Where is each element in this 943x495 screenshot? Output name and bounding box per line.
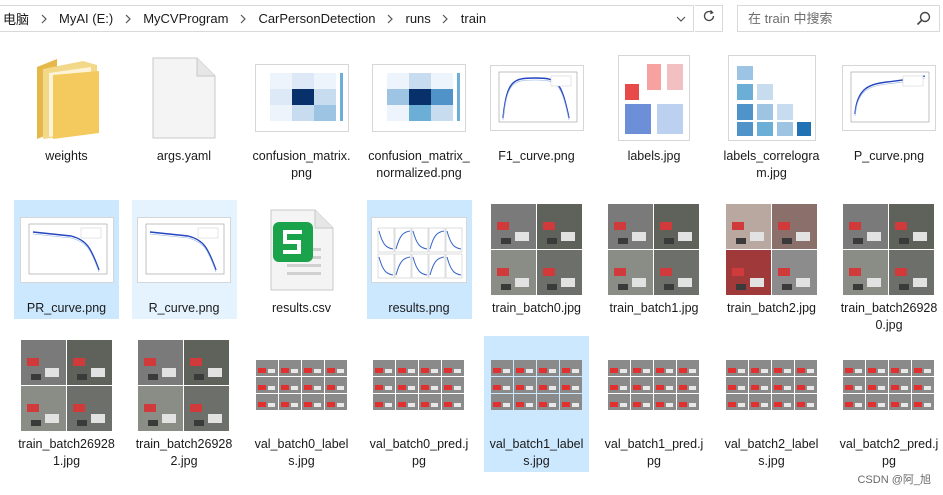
file-item[interactable]: train_batch0.jpg xyxy=(484,200,589,319)
file-item[interactable]: val_batch2_pred.jpg xyxy=(837,336,942,472)
image-thumbnail xyxy=(249,336,354,436)
file-name: train_batch269280.jpg xyxy=(840,301,938,332)
file-name: train_batch269282.jpg xyxy=(135,437,233,468)
address-bar[interactable]: 电脑 MyAI (E:) MyCVProgram CarPersonDetect… xyxy=(0,5,694,32)
chevron-right-icon[interactable] xyxy=(33,6,55,31)
chevron-right-icon[interactable] xyxy=(435,6,457,31)
breadcrumb-carpersondetection[interactable]: CarPersonDetection xyxy=(254,11,379,26)
file-name: PR_curve.png xyxy=(26,301,107,315)
file-item[interactable]: confusion_matrix_normalized.png xyxy=(367,48,472,184)
image-thumbnail xyxy=(132,200,237,300)
file-item[interactable]: args.yaml xyxy=(132,48,237,167)
watermark: CSDN @阿_旭 xyxy=(857,474,931,486)
image-thumbnail xyxy=(132,336,237,436)
file-name: val_batch0_labels.jpg xyxy=(254,437,349,468)
file-item[interactable]: val_batch0_pred.jpg xyxy=(367,336,472,472)
chevron-down-icon[interactable] xyxy=(669,6,693,31)
image-thumbnail xyxy=(484,48,589,148)
image-thumbnail xyxy=(14,336,119,436)
chevron-right-icon[interactable] xyxy=(380,6,402,31)
file-name: confusion_matrix_normalized.png xyxy=(368,149,470,180)
file-name: train_batch0.jpg xyxy=(492,301,581,315)
image-thumbnail xyxy=(484,200,589,300)
image-thumbnail xyxy=(837,336,942,436)
file-item[interactable]: train_batch1.jpg xyxy=(602,200,707,319)
file-name: confusion_matrix.png xyxy=(252,149,351,180)
file-item[interactable]: F1_curve.png xyxy=(484,48,589,167)
folder-icon xyxy=(14,48,119,148)
breadcrumb-drive[interactable]: MyAI (E:) xyxy=(55,11,117,26)
file-item[interactable]: train_batch269280.jpg xyxy=(837,200,942,336)
file-item[interactable]: labels_correlogram.jpg xyxy=(719,48,824,184)
file-name: val_batch0_pred.jpg xyxy=(369,437,469,468)
file-item[interactable]: PR_curve.png xyxy=(14,200,119,319)
file-name: results.png xyxy=(388,301,450,315)
file-name: F1_curve.png xyxy=(498,149,575,163)
file-name: args.yaml xyxy=(156,149,212,163)
image-thumbnail xyxy=(837,200,942,300)
image-thumbnail xyxy=(367,48,472,148)
chevron-right-icon[interactable] xyxy=(117,6,139,31)
chevron-right-icon[interactable] xyxy=(232,6,254,31)
file-item[interactable]: train_batch269281.jpg xyxy=(14,336,119,472)
image-thumbnail xyxy=(719,200,824,300)
file-name: val_batch1_pred.jpg xyxy=(604,437,704,468)
file-item[interactable]: labels.jpg xyxy=(602,48,707,167)
file-item[interactable]: R_curve.png xyxy=(131,200,237,319)
file-name: val_batch2_labels.jpg xyxy=(724,437,819,468)
image-thumbnail xyxy=(719,48,824,148)
file-name: R_curve.png xyxy=(148,301,220,315)
image-thumbnail xyxy=(249,48,354,148)
file-item[interactable]: train_batch2.jpg xyxy=(719,200,824,319)
file-item[interactable]: weights xyxy=(14,48,119,167)
breadcrumb-mycvprogram[interactable]: MyCVProgram xyxy=(139,11,232,26)
file-item[interactable]: confusion_matrix.png xyxy=(249,48,354,184)
image-thumbnail xyxy=(484,336,589,436)
file-name: weights xyxy=(45,149,88,163)
image-thumbnail xyxy=(602,48,707,148)
file-name: labels.jpg xyxy=(627,149,681,163)
file-name: P_curve.png xyxy=(853,149,925,163)
image-thumbnail xyxy=(367,336,472,436)
breadcrumb-this-pc[interactable]: 电脑 xyxy=(0,9,33,28)
image-thumbnail xyxy=(837,48,942,148)
file-name: val_batch2_pred.jpg xyxy=(839,437,939,468)
file-item[interactable]: val_batch1_pred.jpg xyxy=(602,336,707,472)
image-thumbnail xyxy=(602,336,707,436)
search-input[interactable] xyxy=(746,10,920,27)
image-thumbnail xyxy=(602,200,707,300)
file-name: val_batch1_labels.jpg xyxy=(489,437,584,468)
image-thumbnail xyxy=(367,200,472,300)
document-icon xyxy=(132,48,237,148)
file-item[interactable]: train_batch269282.jpg xyxy=(132,336,237,472)
refresh-button[interactable] xyxy=(695,5,723,32)
file-item[interactable]: val_batch2_labels.jpg xyxy=(719,336,824,472)
breadcrumb-train[interactable]: train xyxy=(457,11,490,26)
file-name: train_batch2.jpg xyxy=(727,301,816,315)
navigation-bar: 电脑 MyAI (E:) MyCVProgram CarPersonDetect… xyxy=(0,0,943,38)
file-item[interactable]: val_batch0_labels.jpg xyxy=(249,336,354,472)
file-name: train_batch1.jpg xyxy=(609,301,699,315)
search-icon[interactable] xyxy=(916,11,931,31)
file-item[interactable]: P_curve.png xyxy=(837,48,942,167)
file-item[interactable]: val_batch1_labels.jpg xyxy=(484,336,589,472)
refresh-icon xyxy=(702,9,716,28)
file-name: results.csv xyxy=(271,301,332,315)
breadcrumb-runs[interactable]: runs xyxy=(402,11,435,26)
spreadsheet-icon xyxy=(249,200,354,300)
image-thumbnail xyxy=(14,200,119,300)
file-item[interactable]: results.csv xyxy=(249,200,354,319)
image-thumbnail xyxy=(719,336,824,436)
file-name: train_batch269281.jpg xyxy=(18,437,115,468)
search-box[interactable] xyxy=(737,5,940,32)
file-item[interactable]: results.png xyxy=(366,200,472,319)
file-name: labels_correlogram.jpg xyxy=(723,149,820,180)
